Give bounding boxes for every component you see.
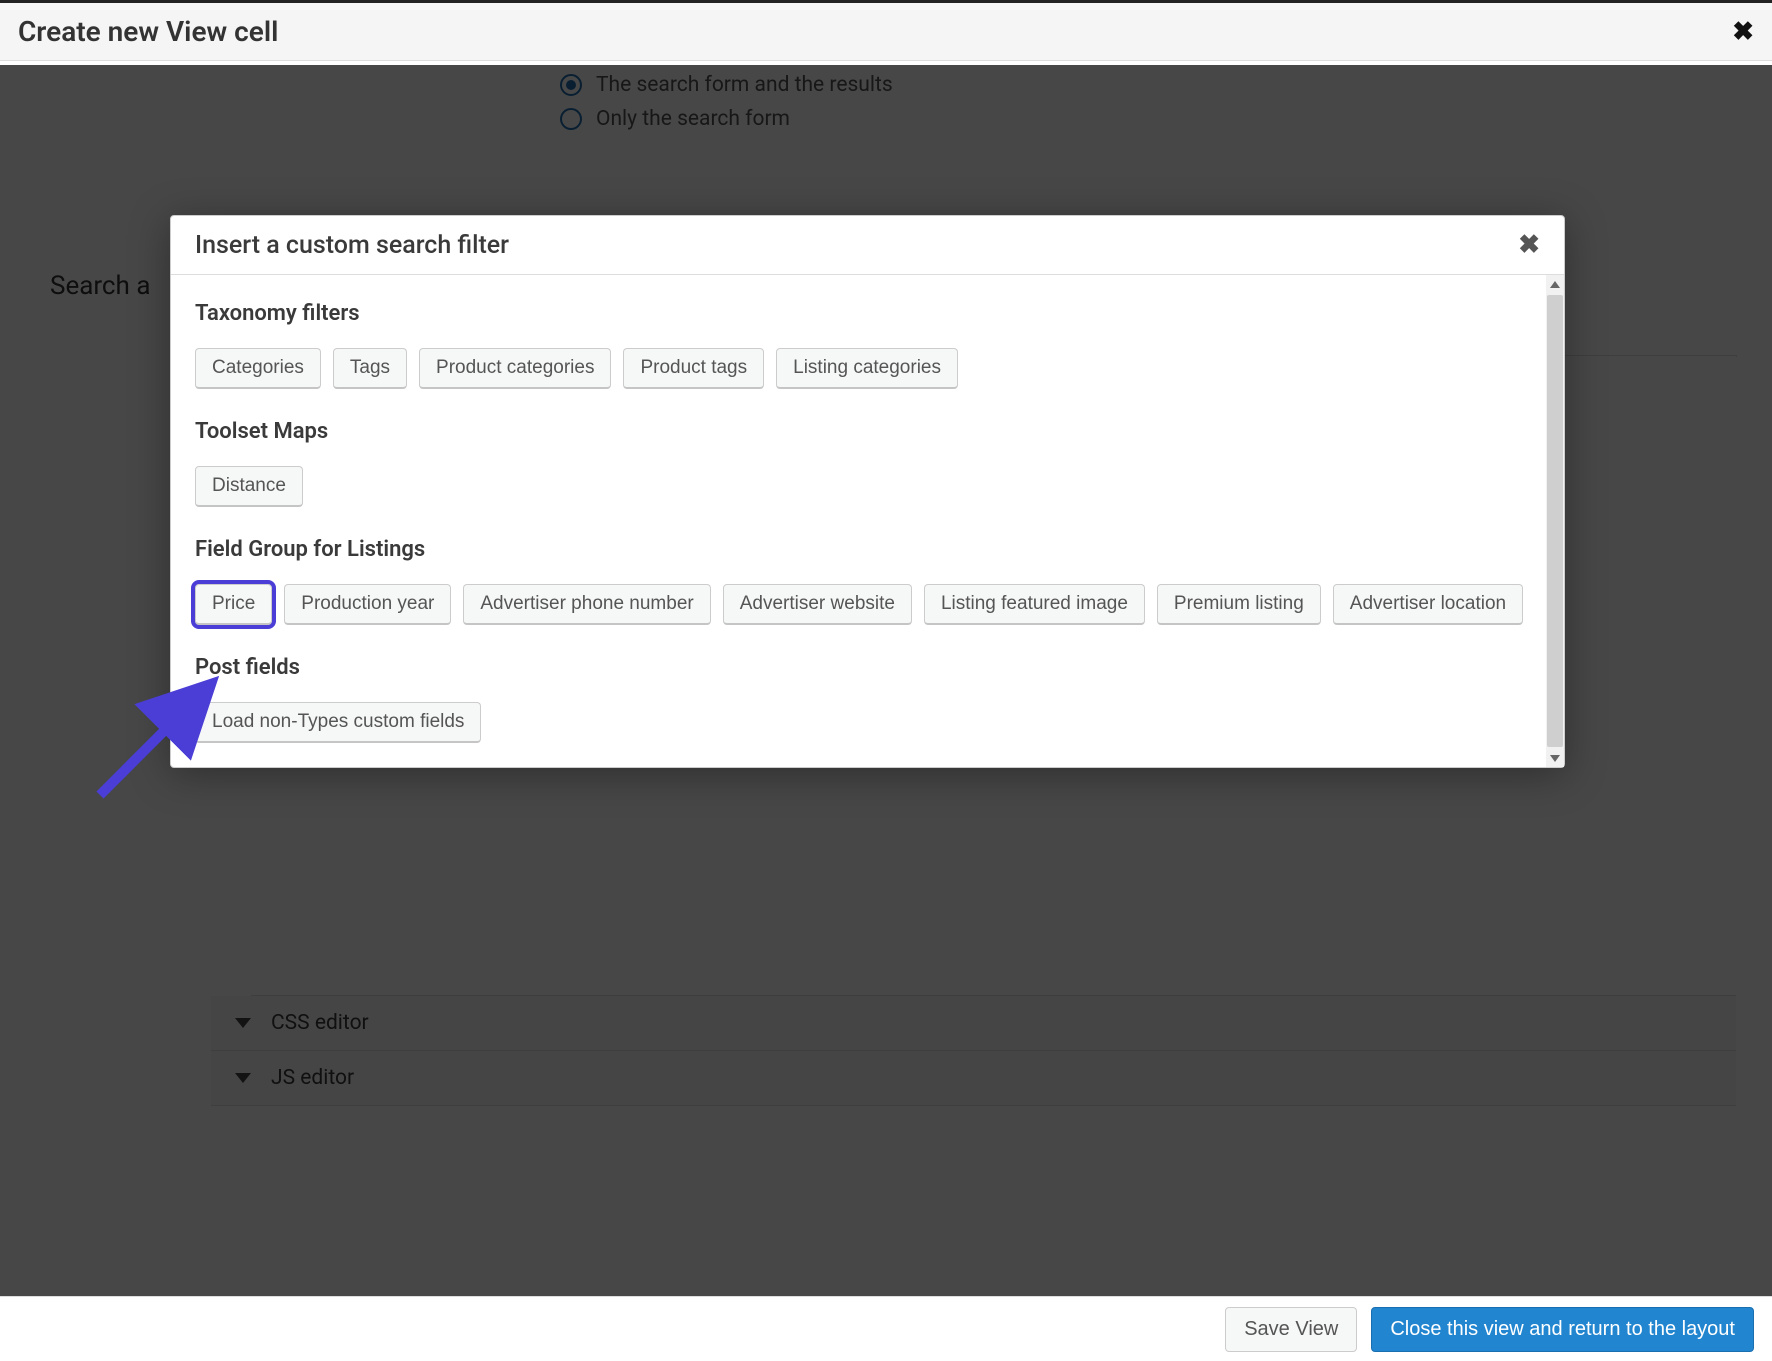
section-post-fields-title: Post fields xyxy=(195,655,1540,680)
filter-production-year[interactable]: Production year xyxy=(284,584,451,625)
filter-featured-image[interactable]: Listing featured image xyxy=(924,584,1145,625)
scroll-up-icon[interactable] xyxy=(1546,275,1564,293)
outer-modal-header: Create new View cell ✖ xyxy=(0,0,1772,61)
filter-product-categories[interactable]: Product categories xyxy=(419,348,611,389)
filter-advertiser-location[interactable]: Advertiser location xyxy=(1333,584,1523,625)
section-taxonomy-title: Taxonomy filters xyxy=(195,301,1540,326)
section-listings-title: Field Group for Listings xyxy=(195,537,1540,562)
filter-categories[interactable]: Categories xyxy=(195,348,321,389)
inner-modal-title: Insert a custom search filter xyxy=(195,231,509,260)
scroll-down-icon[interactable] xyxy=(1546,749,1564,767)
backdrop: The search form and the results Only the… xyxy=(0,65,1772,1296)
filter-price[interactable]: Price xyxy=(195,584,272,625)
taxonomy-filters: Categories Tags Product categories Produ… xyxy=(195,348,1540,389)
post-fields-filters: Load non-Types custom fields xyxy=(195,702,1540,743)
close-view-button[interactable]: Close this view and return to the layout xyxy=(1371,1307,1754,1352)
close-icon[interactable]: ✖ xyxy=(1732,17,1754,47)
inner-modal-body: Taxonomy filters Categories Tags Product… xyxy=(171,275,1564,767)
listings-filters: Price Production year Advertiser phone n… xyxy=(195,584,1540,625)
filter-premium-listing[interactable]: Premium listing xyxy=(1157,584,1321,625)
filter-listing-categories[interactable]: Listing categories xyxy=(776,348,958,389)
section-maps-title: Toolset Maps xyxy=(195,419,1540,444)
close-icon[interactable]: ✖ xyxy=(1518,230,1540,260)
outer-modal-title: Create new View cell xyxy=(18,15,278,48)
scroll-thumb[interactable] xyxy=(1547,295,1563,747)
filter-advertiser-phone[interactable]: Advertiser phone number xyxy=(463,584,710,625)
inner-modal-header: Insert a custom search filter ✖ xyxy=(171,216,1564,275)
filter-load-non-types[interactable]: Load non-Types custom fields xyxy=(195,702,481,743)
save-button[interactable]: Save View xyxy=(1225,1307,1357,1352)
filter-advertiser-website[interactable]: Advertiser website xyxy=(723,584,912,625)
inner-body-wrap: Taxonomy filters Categories Tags Product… xyxy=(171,275,1564,767)
filter-distance[interactable]: Distance xyxy=(195,466,303,507)
maps-filters: Distance xyxy=(195,466,1540,507)
insert-filter-modal: Insert a custom search filter ✖ Taxonomy… xyxy=(170,215,1565,768)
scrollbar[interactable] xyxy=(1546,275,1564,767)
filter-tags[interactable]: Tags xyxy=(333,348,407,389)
filter-product-tags[interactable]: Product tags xyxy=(623,348,764,389)
bottom-action-bar: Save View Close this view and return to … xyxy=(0,1296,1772,1361)
